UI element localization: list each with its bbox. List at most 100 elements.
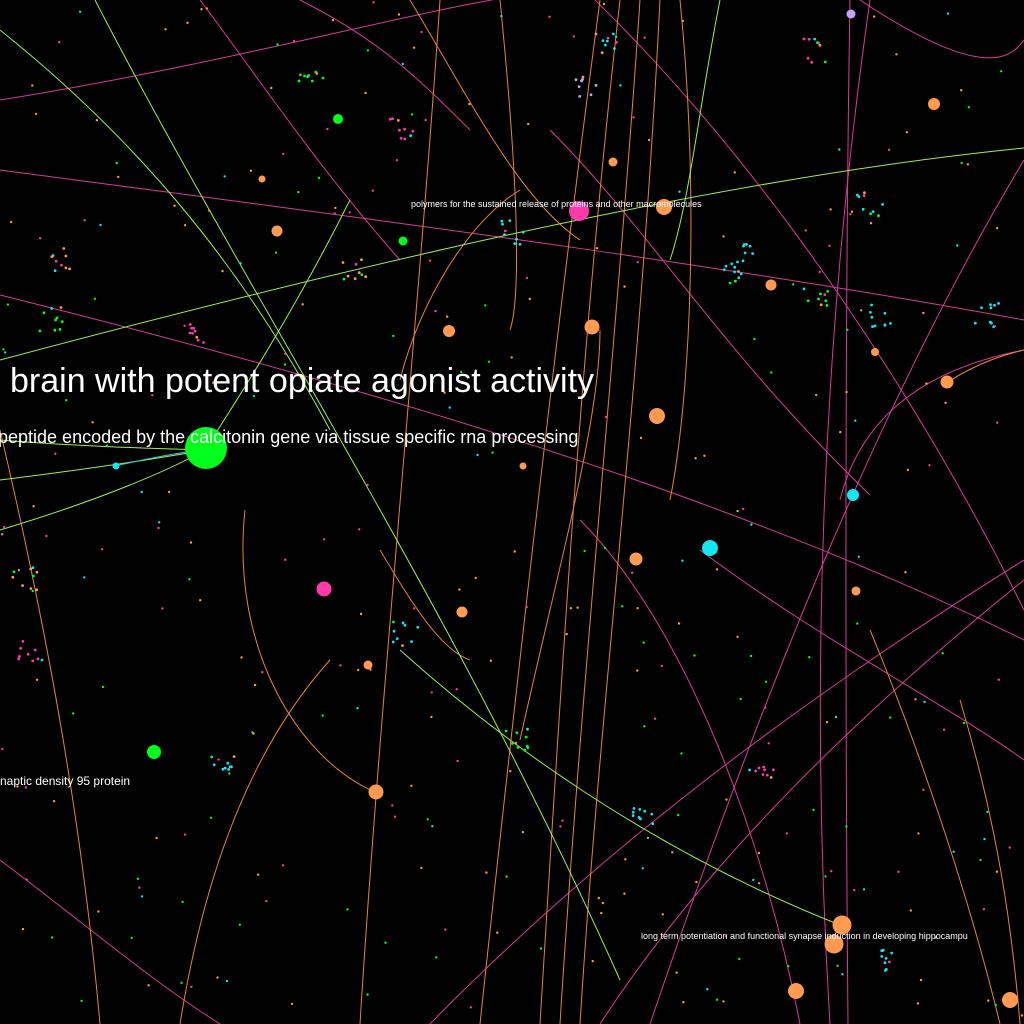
small-node: [115, 161, 119, 165]
small-node: [767, 742, 770, 745]
small-node: [228, 772, 231, 775]
small-node: [600, 911, 603, 915]
small-node: [646, 836, 650, 840]
graph-node[interactable]: [847, 489, 859, 501]
small-node: [636, 669, 639, 672]
small-node: [2, 525, 6, 529]
small-node: [29, 567, 33, 571]
small-node: [619, 84, 622, 87]
small-node: [474, 576, 477, 580]
graph-node[interactable]: [443, 325, 455, 337]
small-node: [403, 623, 407, 627]
small-node: [873, 15, 876, 18]
graph-node[interactable]: [629, 552, 643, 566]
small-node: [392, 334, 395, 338]
graph-node[interactable]: [851, 586, 861, 596]
small-node: [824, 875, 827, 878]
small-node: [581, 78, 584, 81]
graph-node[interactable]: [456, 606, 468, 618]
small-node: [906, 468, 910, 472]
small-node: [50, 307, 54, 310]
graph-node[interactable]: [940, 375, 954, 389]
small-node: [282, 152, 285, 156]
small-node: [841, 973, 844, 976]
small-node: [675, 971, 678, 974]
small-node: [326, 127, 329, 131]
graph-node[interactable]: [112, 462, 120, 470]
small-node: [631, 571, 634, 574]
graph-node[interactable]: [368, 784, 384, 800]
small-node: [860, 309, 863, 312]
graph-node[interactable]: [846, 9, 856, 19]
small-node: [603, 546, 607, 550]
small-node: [412, 46, 416, 49]
small-node: [3, 351, 7, 354]
small-node: [228, 765, 232, 769]
small-node: [605, 39, 609, 43]
graph-node[interactable]: [608, 157, 618, 167]
graph-node[interactable]: [258, 175, 266, 183]
small-node: [38, 329, 42, 333]
small-node: [750, 523, 753, 526]
small-node: [401, 62, 404, 66]
graph-node[interactable]: [649, 408, 665, 424]
small-node: [39, 237, 42, 240]
graph-node[interactable]: [398, 236, 408, 246]
small-node: [270, 86, 273, 90]
small-node: [993, 325, 997, 328]
small-node: [403, 127, 406, 131]
small-node: [140, 895, 144, 898]
small-node: [996, 421, 999, 424]
small-node: [681, 19, 685, 23]
small-node: [753, 337, 756, 341]
small-node: [225, 979, 229, 983]
graph-node[interactable]: [788, 983, 804, 999]
small-node: [484, 304, 487, 307]
small-node: [880, 955, 884, 958]
small-node: [500, 14, 503, 18]
small-node: [431, 825, 434, 828]
small-node: [25, 878, 28, 881]
small-node: [749, 654, 753, 658]
small-node: [869, 222, 873, 225]
graph-node[interactable]: [363, 660, 373, 670]
graph-node[interactable]: [333, 114, 343, 124]
small-node: [401, 644, 404, 647]
small-node: [636, 607, 639, 610]
graph-node[interactable]: [702, 540, 718, 556]
small-node: [724, 264, 728, 268]
small-node: [301, 303, 304, 306]
small-node: [54, 452, 57, 455]
small-node: [276, 43, 279, 46]
graph-node[interactable]: [765, 279, 777, 291]
small-node: [155, 836, 158, 840]
small-node: [621, 605, 624, 608]
small-node: [581, 75, 585, 79]
small-node: [997, 302, 1000, 305]
small-node: [962, 721, 966, 725]
graph-node[interactable]: [1002, 992, 1018, 1008]
small-node: [195, 335, 199, 339]
small-node: [455, 688, 458, 691]
small-node: [528, 297, 531, 301]
small-node: [265, 899, 268, 903]
graph-node[interactable]: [316, 581, 332, 597]
small-node: [850, 210, 854, 213]
small-node: [416, 625, 420, 629]
small-node: [983, 837, 986, 841]
small-node: [829, 208, 832, 211]
small-node: [738, 957, 741, 961]
small-node: [974, 321, 977, 325]
graph-node[interactable]: [147, 745, 161, 759]
small-node: [982, 908, 986, 911]
small-node: [52, 800, 56, 803]
small-node: [399, 136, 403, 140]
small-node: [572, 35, 575, 38]
graph-node[interactable]: [584, 319, 600, 335]
graph-node[interactable]: [519, 462, 527, 470]
small-node: [321, 76, 325, 80]
small-node: [647, 138, 651, 142]
graph-node[interactable]: [871, 348, 879, 356]
graph-node[interactable]: [271, 225, 283, 237]
graph-node[interactable]: [928, 98, 940, 110]
